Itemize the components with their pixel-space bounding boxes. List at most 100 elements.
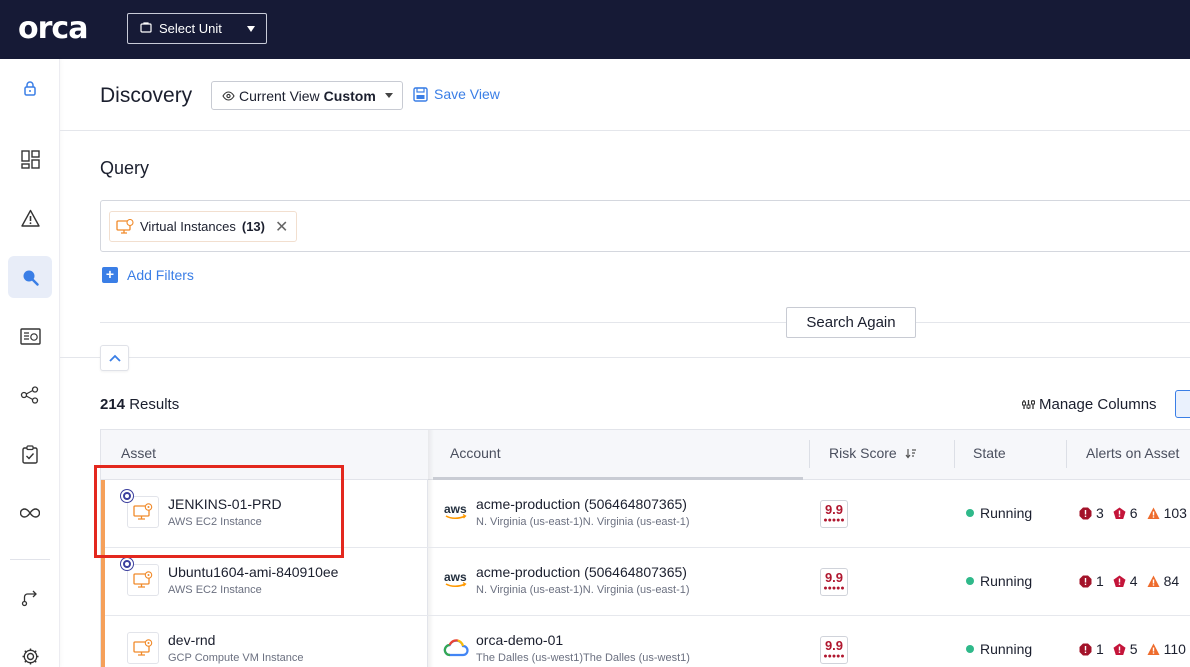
state-label: Running: [980, 573, 1033, 589]
sidebar-item-compliance[interactable]: [8, 433, 52, 475]
medium-alert-icon: [1147, 643, 1160, 655]
manage-columns-button[interactable]: Manage Columns: [1022, 396, 1157, 413]
critical-alerts[interactable]: 3: [1079, 505, 1104, 521]
table-row[interactable]: dev-rnd GCP Compute VM Instance orca-dem…: [101, 616, 1190, 667]
chevron-down-icon: [385, 93, 393, 98]
select-unit-dropdown[interactable]: Select Unit: [127, 13, 267, 44]
medium-alert-icon: [1147, 575, 1160, 587]
column-header-state[interactable]: State: [973, 445, 1006, 461]
shield-badge-icon: [121, 558, 133, 570]
critical-alert-count: 1: [1096, 573, 1104, 589]
save-view-button[interactable]: Save View: [413, 86, 500, 102]
column-header-account[interactable]: Account: [450, 445, 501, 461]
shift-left-icon: [21, 590, 37, 607]
results-number: 214: [100, 396, 126, 413]
collapse-query-button[interactable]: [100, 345, 129, 371]
critical-alerts[interactable]: 1: [1079, 573, 1104, 589]
filter-chip-virtual-instances[interactable]: Virtual Instances (13) ✕: [109, 211, 298, 242]
plus-icon: +: [102, 267, 118, 283]
close-icon[interactable]: ✕: [275, 217, 288, 237]
risk-score-label: Risk Score: [829, 445, 897, 461]
sidebar-item-shift-left[interactable]: [8, 577, 52, 619]
current-view-label: Current View: [239, 87, 320, 104]
save-view-label: Save View: [434, 86, 500, 102]
sidebar: [0, 59, 60, 667]
alerts-cell: 1 4 84: [1079, 573, 1188, 589]
logo-text: orca: [18, 11, 88, 46]
compliance-icon: [22, 444, 38, 464]
medium-alerts[interactable]: 84: [1147, 573, 1179, 589]
aws-icon: aws: [443, 502, 469, 522]
medium-alert-count: 110: [1163, 641, 1186, 657]
state-cell: Running: [966, 641, 1032, 657]
sidebar-item-inventory[interactable]: [8, 315, 52, 357]
high-alerts[interactable]: 4: [1113, 573, 1138, 589]
critical-alert-icon: [1079, 507, 1092, 519]
orca-logo[interactable]: orca: [18, 11, 88, 46]
export-button[interactable]: [1175, 390, 1190, 418]
running-status-icon: [966, 509, 974, 517]
risk-score-badge: 9.9 ●●●●●: [820, 500, 848, 528]
results-label: Results: [129, 396, 180, 413]
critical-alerts[interactable]: 1: [1079, 641, 1104, 657]
sidebar-item-graph[interactable]: [8, 374, 52, 416]
alerts-cell: 1 5 110: [1079, 641, 1190, 657]
infinity-icon: [20, 508, 40, 518]
asset-type: AWS EC2 Instance: [168, 584, 262, 596]
high-alert-icon: [1113, 507, 1126, 519]
sidebar-item-settings[interactable]: [8, 635, 52, 667]
state-label: Running: [980, 505, 1033, 521]
settings-icon: [22, 648, 38, 664]
account-name[interactable]: orca-demo-01: [476, 632, 563, 648]
account-region: The Dalles (us-west1)The Dalles (us-west…: [476, 652, 690, 664]
query-input[interactable]: Virtual Instances (13) ✕: [100, 200, 1190, 252]
medium-alerts[interactable]: 103: [1147, 505, 1187, 521]
risk-score-value: 9.9: [824, 638, 844, 653]
sidebar-item-security[interactable]: [8, 67, 52, 109]
asset-name[interactable]: dev-rnd: [168, 632, 215, 648]
high-alerts[interactable]: 5: [1113, 641, 1138, 657]
virtual-instance-icon: [116, 218, 134, 234]
account-name[interactable]: acme-production (506464807365): [476, 564, 687, 580]
asset-type-icon: [127, 564, 159, 596]
current-view-dropdown[interactable]: Current View Custom: [211, 81, 403, 110]
high-alert-count: 6: [1129, 505, 1138, 521]
svg-text:aws: aws: [444, 570, 467, 584]
critical-alert-icon: [1079, 575, 1092, 587]
risk-score-value: 9.9: [824, 502, 844, 517]
query-divider: [100, 322, 1190, 323]
risk-dots: ●●●●●: [823, 585, 845, 592]
risk-score-badge: 9.9 ●●●●●: [820, 636, 848, 664]
column-header-alerts[interactable]: Alerts on Asset: [1086, 445, 1179, 461]
lock-icon: [24, 81, 36, 96]
search-again-button[interactable]: Search Again: [786, 307, 916, 338]
sidebar-item-alerts[interactable]: [8, 197, 52, 239]
sidebar-item-discovery[interactable]: [8, 256, 52, 298]
manage-columns-label: Manage Columns: [1039, 396, 1157, 413]
column-divider: [1066, 440, 1067, 468]
chevron-up-icon: [108, 354, 121, 362]
state-label: Running: [980, 641, 1033, 657]
medium-alerts[interactable]: 110: [1147, 641, 1186, 657]
current-view-value: Custom: [323, 87, 376, 104]
row-accent: [101, 548, 105, 616]
account-name[interactable]: acme-production (506464807365): [476, 496, 687, 512]
risk-score-badge: 9.9 ●●●●●: [820, 568, 848, 596]
alert-icon: [20, 209, 40, 227]
add-filters-button[interactable]: + Add Filters: [102, 267, 194, 283]
high-alerts[interactable]: 6: [1113, 505, 1138, 521]
header-divider: [60, 130, 1190, 131]
critical-alert-count: 3: [1096, 505, 1104, 521]
column-header-risk-score[interactable]: Risk Score: [829, 445, 917, 461]
state-cell: Running: [966, 505, 1032, 521]
asset-name[interactable]: Ubuntu1604-ami-840910ee: [168, 564, 338, 580]
highlight-box: [94, 465, 344, 558]
sidebar-item-dashboard[interactable]: [8, 138, 52, 180]
row-accent: [101, 616, 105, 667]
risk-dots: ●●●●●: [823, 517, 845, 524]
sidebar-item-integrations[interactable]: [8, 492, 52, 534]
column-header-asset[interactable]: Asset: [121, 445, 156, 461]
top-bar: orca Select Unit: [0, 0, 1190, 59]
sidebar-divider: [10, 559, 50, 560]
table-row[interactable]: Ubuntu1604-ami-840910ee AWS EC2 Instance…: [101, 548, 1190, 616]
